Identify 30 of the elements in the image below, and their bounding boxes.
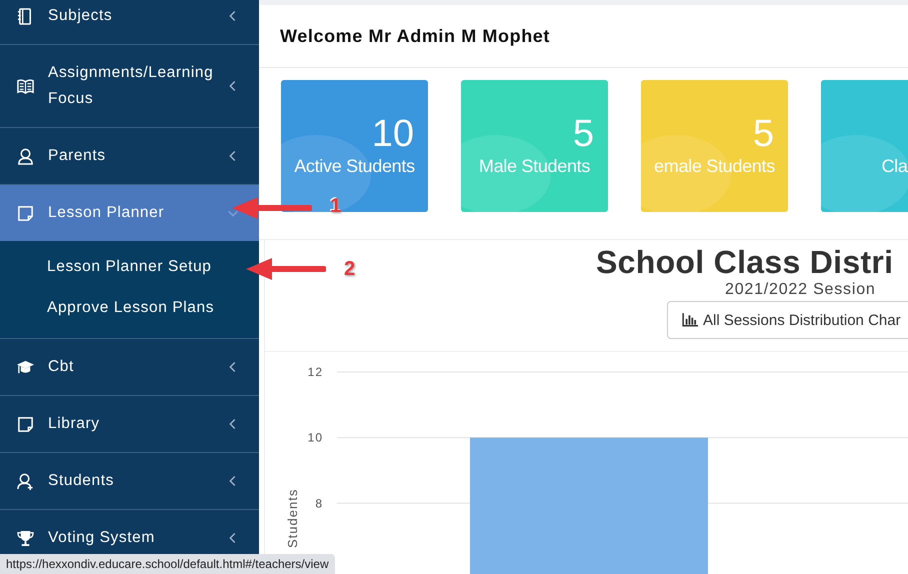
status-url-tooltip: https://hexxondiv.educare.school/default.html#/teachers/view	[0, 554, 335, 574]
person-icon	[17, 148, 34, 164]
y-axis-label: Students	[285, 488, 300, 548]
graduation-cap-icon	[17, 358, 34, 376]
notebook-icon	[17, 8, 34, 24]
callout-number: 1	[330, 194, 342, 218]
callout-number: 2	[344, 258, 356, 280]
sidebar-item[interactable]: Lesson Planner	[0, 185, 259, 241]
y-tick-label: 8	[315, 496, 323, 510]
person-plus-icon	[17, 472, 34, 490]
stat-value: 10	[370, 112, 415, 156]
note-icon	[17, 416, 34, 432]
note-icon	[17, 204, 34, 222]
chart-subtitle: 2021/2022 Session	[725, 281, 876, 299]
stat-value: 5	[752, 112, 775, 156]
welcome-title: Welcome Mr Admin M Mophet	[280, 26, 550, 46]
submenu-item[interactable]: Approve Lesson Plans	[0, 287, 259, 328]
submenu-item[interactable]: Lesson Planner Setup	[0, 246, 259, 287]
y-tick-label: 10	[308, 430, 323, 445]
trophy-icon	[17, 530, 34, 546]
chart-title: School Class Distri	[596, 244, 894, 281]
distribution-chart-button[interactable]: All Sessions Distribution Char	[667, 301, 908, 339]
stat-label: Male Students	[478, 156, 592, 177]
stat-value: 5	[572, 112, 595, 156]
y-tick-label: 12	[308, 365, 323, 379]
stat-label: Cla	[880, 156, 908, 177]
stat-label: Active Students	[293, 156, 416, 177]
bar-chart-icon	[682, 313, 698, 327]
stat-label: emale Students	[653, 156, 776, 177]
book-icon	[17, 78, 34, 94]
